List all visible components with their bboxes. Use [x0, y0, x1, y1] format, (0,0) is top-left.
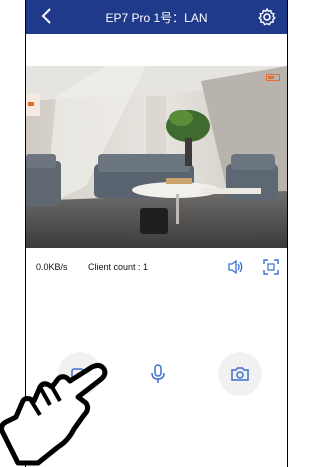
- fullscreen-button[interactable]: [263, 259, 279, 275]
- top-bar: EP7 Pro 1号：LAN: [26, 0, 287, 34]
- client-count-text: Client count : 1: [88, 262, 149, 272]
- speaker-button[interactable]: [227, 259, 245, 275]
- settings-button[interactable]: [257, 7, 277, 27]
- camera-icon: [231, 367, 249, 381]
- gear-icon: [258, 7, 276, 26]
- fullscreen-icon: [263, 259, 279, 275]
- microphone-icon: [151, 364, 165, 383]
- pointing-hand-icon: [0, 362, 108, 466]
- camera-live-view[interactable]: [26, 66, 287, 248]
- back-button[interactable]: [38, 6, 56, 26]
- speaker-icon: [228, 259, 243, 275]
- battery-icon: [266, 74, 280, 81]
- room-scene-image: [26, 66, 287, 248]
- status-bar: 0.0KB/s Client count : 1: [26, 258, 287, 278]
- page-title: EP7 Pro 1号：LAN: [105, 11, 208, 25]
- chevron-left-icon: [41, 8, 51, 24]
- bitrate-text: 0.0KB/s: [36, 262, 68, 272]
- right-frame: [287, 0, 293, 467]
- microphone-button[interactable]: [136, 352, 180, 396]
- snapshot-button[interactable]: [218, 352, 262, 396]
